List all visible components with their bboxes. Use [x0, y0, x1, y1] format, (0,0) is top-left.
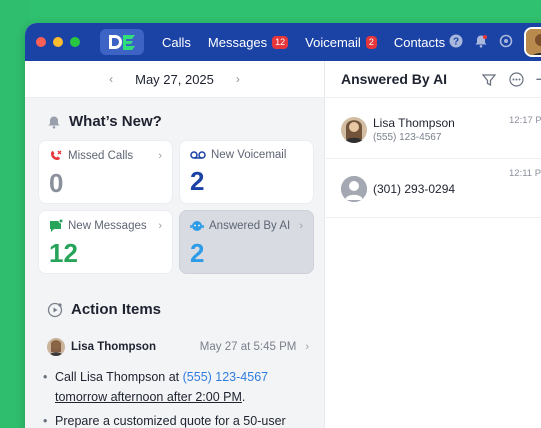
- card-answered-by-ai-value: 2: [190, 238, 205, 268]
- help-icon[interactable]: ?: [449, 34, 463, 48]
- card-missed-calls-value: 0: [49, 168, 64, 198]
- card-new-messages[interactable]: New Messages › 12: [38, 210, 173, 274]
- missed-call-icon: [51, 150, 62, 160]
- nav-voicemail-label: Voicemail: [305, 34, 361, 50]
- card-new-voicemail-label: New Voicemail: [211, 149, 287, 161]
- action-bullet-2: Prepare a customized quote for a 50-user: [43, 411, 317, 428]
- ai-call-time: 12:17 P: [509, 115, 541, 126]
- card-missed-calls[interactable]: Missed Calls › 0: [38, 140, 173, 204]
- logo-icon: [109, 35, 135, 50]
- answered-by-ai-panel: Answered By AI – Lisa Thompson (555) 123…: [326, 61, 541, 428]
- ai-call-row[interactable]: Lisa Thompson (555) 123-4567 12:17 P: [326, 101, 541, 159]
- bullet-1-end: .: [241, 390, 246, 404]
- dashboard-panel: ‹ May 27, 2025 › What’s New? Missed Call…: [25, 61, 325, 428]
- action-item-header[interactable]: Lisa Thompson May 27 at 5:45 PM ›: [47, 336, 309, 358]
- titlebar: DE Calls Messages12 Voicemail2 Contacts …: [25, 23, 541, 61]
- bell-icon[interactable]: [474, 34, 488, 48]
- nav-contacts-label: Contacts: [393, 34, 446, 50]
- bell-icon: [48, 116, 60, 129]
- app-window: DE Calls Messages12 Voicemail2 Contacts …: [25, 23, 541, 428]
- titlebar-icons: ?: [449, 34, 513, 48]
- nav-messages-label: Messages: [207, 34, 268, 50]
- settings-icon[interactable]: [499, 34, 513, 48]
- whats-new-heading: What’s New?: [47, 113, 162, 130]
- phone-link[interactable]: (555) 123-4567: [183, 370, 268, 384]
- voicemail-badge: 2: [365, 35, 377, 49]
- ai-panel-header: Answered By AI –: [326, 61, 541, 98]
- current-date: May 27, 2025: [135, 71, 214, 87]
- ai-call-time: 12:11 P: [509, 168, 541, 179]
- card-new-messages-value: 12: [49, 238, 78, 268]
- ai-panel-title: Answered By AI: [341, 71, 448, 87]
- play-circle-icon: [47, 302, 63, 317]
- avatar: [341, 116, 367, 143]
- nav-contacts[interactable]: Contacts: [394, 35, 445, 50]
- avatar: [47, 338, 65, 356]
- action-items-title: Action Items: [71, 301, 162, 318]
- svg-text:?: ?: [453, 37, 459, 48]
- whats-new-title: What’s New?: [69, 113, 162, 130]
- expand-icon[interactable]: –: [536, 70, 541, 86]
- card-answered-by-ai[interactable]: Answered By AI › 2: [179, 210, 314, 274]
- date-navigator: ‹ May 27, 2025 ›: [25, 61, 324, 98]
- ai-caller-name: (301) 293-0294: [373, 181, 456, 196]
- chevron-right-icon: ›: [158, 220, 162, 232]
- card-missed-calls-label: Missed Calls: [68, 150, 134, 162]
- maximize-dot[interactable]: [70, 37, 80, 47]
- card-new-voicemail[interactable]: New Voicemail 2: [179, 140, 314, 204]
- filter-icon[interactable]: [482, 73, 496, 87]
- window-controls: [36, 37, 80, 47]
- message-icon: [50, 219, 63, 232]
- ai-caller-name: Lisa Thompson: [373, 116, 455, 130]
- main-nav: Calls Messages 12 Voicemail 2 Contacts: [162, 35, 462, 50]
- close-dot[interactable]: [36, 37, 46, 47]
- nav-calls[interactable]: Calls: [162, 35, 191, 50]
- voicemail-icon: [190, 151, 206, 159]
- minimize-dot[interactable]: [53, 37, 63, 47]
- app-logo[interactable]: DE: [100, 29, 144, 55]
- bullet-1-underlined: tomorrow afternoon after 2:00 PM: [55, 390, 242, 404]
- bullet-2-text: Prepare a customized quote for a 50-user: [55, 414, 286, 428]
- action-items-heading: Action Items: [47, 301, 161, 318]
- user-avatar[interactable]: [524, 27, 541, 57]
- nav-messages[interactable]: Messages 12: [207, 34, 289, 50]
- card-new-voicemail-value: 2: [190, 166, 205, 196]
- chevron-right-icon: ›: [305, 341, 309, 353]
- messages-badge: 12: [272, 35, 289, 49]
- ai-icon: [190, 221, 204, 231]
- action-item-time: May 27 at 5:45 PM: [199, 341, 297, 353]
- chevron-right-icon: ›: [158, 150, 162, 162]
- chevron-right-icon: ›: [299, 220, 303, 232]
- avatar: [341, 175, 367, 202]
- action-contact-name: Lisa Thompson: [71, 341, 156, 353]
- prev-date-icon[interactable]: ‹: [109, 72, 113, 86]
- card-new-messages-label: New Messages: [68, 220, 147, 232]
- nav-voicemail[interactable]: Voicemail 2: [305, 35, 377, 50]
- nav-calls-label: Calls: [162, 34, 191, 50]
- ai-caller-phone: (555) 123-4567: [373, 132, 442, 143]
- more-options-icon[interactable]: [509, 72, 524, 87]
- ai-call-row[interactable]: (301) 293-0294 12:11 P: [326, 160, 541, 218]
- bullet-1-text: Call Lisa Thompson at: [55, 370, 183, 384]
- card-answered-by-ai-label: Answered By AI: [209, 220, 291, 232]
- action-bullet-1: Call Lisa Thompson at (555) 123-4567 tom…: [43, 367, 310, 407]
- next-date-icon[interactable]: ›: [236, 72, 240, 86]
